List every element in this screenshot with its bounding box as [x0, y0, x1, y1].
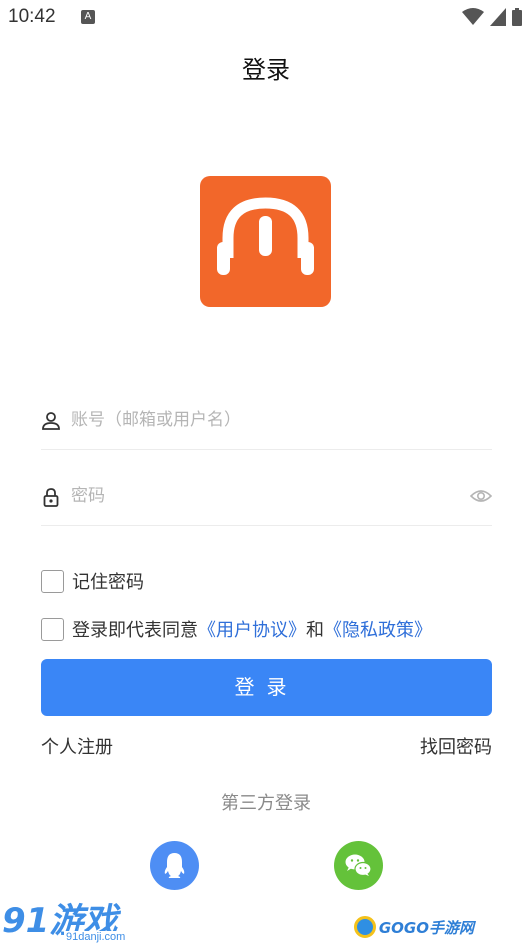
- register-link[interactable]: 个人注册: [41, 733, 113, 759]
- status-icons: [462, 8, 522, 26]
- user-agreement-link[interactable]: 《用户协议》: [198, 620, 306, 641]
- agree-and: 和: [306, 620, 324, 641]
- gogo-logo-icon: [353, 916, 376, 938]
- agree-prefix: 登录即代表同意: [72, 620, 198, 641]
- app-logo: [200, 176, 331, 307]
- wechat-login-button[interactable]: [334, 841, 383, 890]
- agreement-text: 登录即代表同意《用户协议》和《隐私政策》: [72, 616, 432, 642]
- password-input[interactable]: [71, 480, 451, 512]
- qq-icon: [164, 853, 185, 878]
- account-field: [41, 392, 492, 450]
- forgot-password-link[interactable]: 找回密码: [420, 733, 492, 759]
- password-field: [41, 468, 492, 526]
- page-title: 登录: [242, 56, 290, 84]
- watermark-gogo-text: GOGO手游网: [378, 918, 474, 937]
- signal-icon: [490, 8, 506, 26]
- watermark-91-url: 91danji.com: [64, 931, 128, 943]
- remember-row: 记住密码: [41, 568, 144, 594]
- account-input[interactable]: [71, 404, 451, 436]
- status-bar: 10:42 A: [0, 0, 532, 36]
- qq-login-button[interactable]: [150, 841, 199, 890]
- wechat-icon: [345, 854, 372, 877]
- login-button[interactable]: 登录: [41, 659, 492, 716]
- privacy-policy-link[interactable]: 《隐私政策》: [324, 620, 432, 641]
- remember-checkbox[interactable]: [41, 569, 64, 593]
- eye-icon[interactable]: [470, 485, 492, 507]
- user-icon: [42, 412, 60, 430]
- remember-label[interactable]: 记住密码: [72, 568, 144, 594]
- wifi-icon: [462, 8, 484, 25]
- agreement-row: 登录即代表同意《用户协议》和《隐私政策》: [41, 616, 432, 642]
- lock-icon: [43, 488, 59, 507]
- agree-checkbox[interactable]: [41, 617, 64, 641]
- watermark-91: 91游戏 91danji.com: [0, 893, 150, 947]
- watermark-gogo: GOGO手游网: [353, 913, 474, 941]
- status-time: 10:42: [8, 6, 56, 27]
- notification-badge: A: [81, 10, 95, 24]
- third-party-title: 第三方登录: [221, 793, 311, 814]
- battery-icon: [512, 8, 522, 26]
- headphones-logo-icon: [217, 197, 314, 275]
